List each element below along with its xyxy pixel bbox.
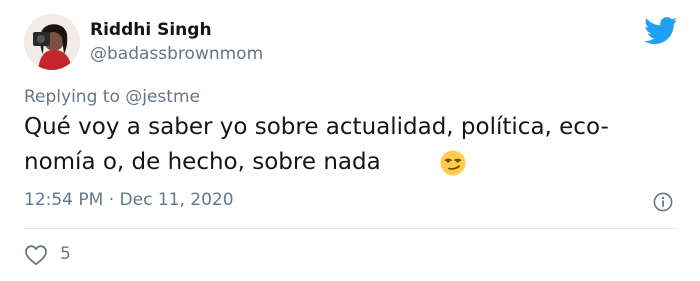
heart-icon[interactable] — [24, 244, 48, 266]
tweet-text-line-2: nomía o, de hecho, sobre nada — [24, 149, 381, 175]
avatar[interactable] — [24, 14, 80, 70]
tweet-card: Riddhi Singh @badassbrownmom Replying to… — [0, 0, 700, 281]
tweet-timestamp[interactable]: 12:54 PM · Dec 11, 2020 — [24, 190, 234, 210]
avatar-photo — [24, 14, 80, 70]
twitter-bird-icon[interactable] — [644, 17, 678, 45]
author-name[interactable]: Riddhi Singh — [90, 20, 212, 40]
info-icon[interactable] — [653, 192, 673, 212]
smirking-face-emoji — [440, 150, 466, 176]
replying-to-label: Replying to — [24, 87, 126, 107]
tweet-text-line-1: Qué voy a saber yo sobre actualidad, pol… — [24, 114, 609, 140]
reply-mention-link[interactable]: @jestme — [125, 87, 200, 107]
replying-to: Replying to @jestme — [24, 87, 200, 107]
tweet-text: Qué voy a saber yo sobre actualidad, pol… — [24, 110, 664, 180]
like-count: 5 — [60, 244, 71, 264]
author-handle[interactable]: @badassbrownmom — [90, 44, 263, 64]
divider — [24, 228, 678, 229]
